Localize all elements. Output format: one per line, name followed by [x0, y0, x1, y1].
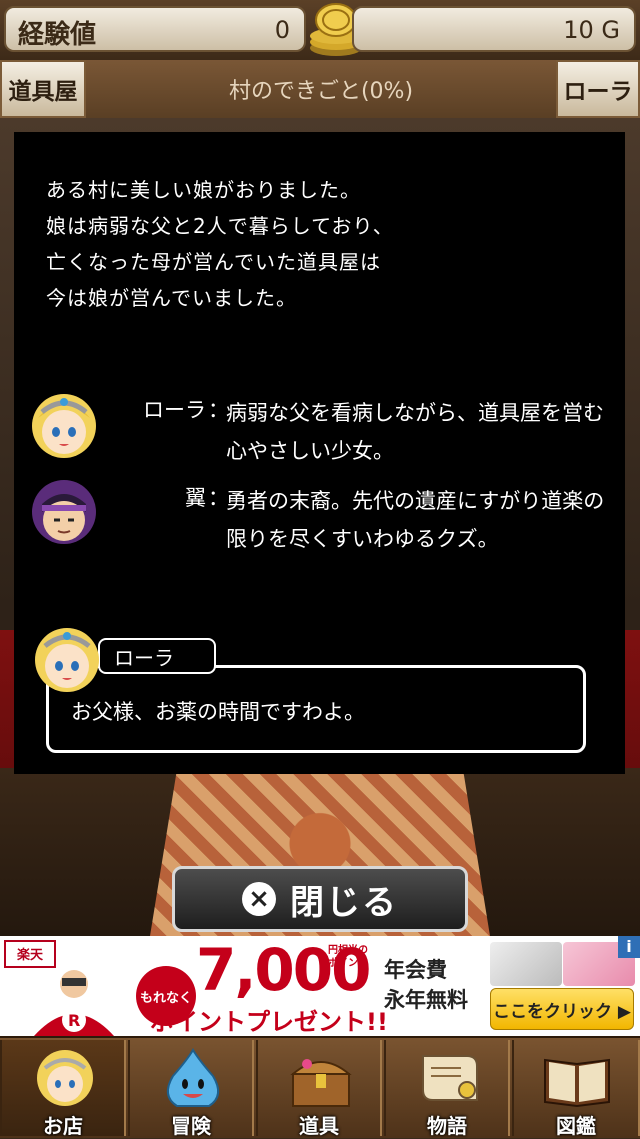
- event-progress-title: 村のできごと(0%): [228, 79, 414, 104]
- ad-info-icon[interactable]: i: [618, 936, 640, 958]
- narration-line: 娘は病弱な父と2人で暮らしており、: [46, 214, 394, 238]
- speech-bubble: お父様、お薬の時間ですわよ。: [46, 665, 586, 753]
- close-circle-icon: ×: [242, 882, 276, 916]
- nav-label: 冒険: [171, 1114, 211, 1138]
- ad-units: 円相当のポイント: [328, 945, 368, 969]
- gold-value: 10 G: [563, 16, 620, 44]
- ad-brand-logo: 楽天: [4, 940, 56, 968]
- nav-story[interactable]: 物語: [384, 1040, 510, 1138]
- treasure-chest-icon: [290, 1059, 352, 1107]
- exp-value: 0: [274, 16, 290, 44]
- nav-label: 図鑑: [556, 1114, 596, 1138]
- ad-present-text: ポイントプレゼント!!: [150, 1008, 388, 1036]
- item-shop-button[interactable]: 道具屋: [0, 60, 86, 118]
- close-button-label: 閉じる: [290, 882, 398, 923]
- ad-fee-line2: 永年無料: [384, 988, 468, 1012]
- svg-text:R: R: [68, 1011, 80, 1030]
- character-description: 病弱な父を看病しながら、道具屋を営む心やさしい少女。: [226, 401, 604, 463]
- speaker-portrait-icon: [35, 628, 99, 692]
- nav-shop[interactable]: お店: [0, 1040, 126, 1138]
- nav-label: お店: [43, 1114, 83, 1138]
- close-button[interactable]: × 閉じる: [172, 866, 468, 932]
- nav-items[interactable]: 道具: [256, 1040, 382, 1138]
- book-icon: [544, 1058, 610, 1108]
- ad-mascot-icon: R: [34, 970, 114, 1036]
- gold-panel: 10 G: [352, 6, 636, 52]
- nav-label: 物語: [427, 1114, 467, 1138]
- event-bar: 道具屋 村のできごと(0%) ローラ: [0, 60, 640, 121]
- story-dialog: ある村に美しい娘がおりました。 娘は病弱な父と2人で暮らしており、 亡くなった母…: [14, 132, 625, 774]
- character-name: ローラ: [143, 398, 206, 422]
- speech-text: お父様、お薬の時間ですわよ。: [71, 700, 365, 724]
- character-description: 勇者の末裔。先代の遺産にすがり道楽の限りを尽くすいわゆるクズ。: [226, 489, 605, 551]
- nav-label: 道具: [299, 1114, 339, 1138]
- laura-button[interactable]: ローラ: [556, 60, 640, 118]
- narration-line: 今は娘が営んでいました。: [46, 286, 297, 310]
- narration-line: 亡くなった母が営んでいた道具屋は: [46, 250, 381, 274]
- speaker-name-tag: ローラ: [98, 638, 216, 674]
- bottom-nav: お店 冒険 道具 物語 図鑑: [0, 1036, 640, 1138]
- nav-adventure[interactable]: 冒険: [128, 1040, 254, 1138]
- ad-fee-line1: 年会費: [384, 958, 447, 982]
- tsubasa-portrait-icon: [32, 480, 96, 544]
- exp-panel: 経験値 0: [4, 6, 306, 52]
- ad-card-image: [490, 942, 562, 986]
- scroll-icon: [422, 1055, 478, 1101]
- laura-portrait-icon: [32, 394, 96, 458]
- character-laura: ローラ ： 病弱な父を看病しながら、道具屋を営む心やさしい少女。: [28, 388, 618, 468]
- character-tsubasa: 翼 ： 勇者の末裔。先代の遺産にすがり道楽の限りを尽くすいわゆるクズ。: [28, 476, 618, 556]
- narration-line: ある村に美しい娘がおりました。: [46, 178, 361, 202]
- character-name: 翼: [185, 486, 206, 510]
- nav-encyclopedia[interactable]: 図鑑: [512, 1040, 640, 1138]
- ad-banner[interactable]: 楽天 R もれなく 7,000 円相当のポイント ポイントプレゼント!! 年会費…: [0, 936, 640, 1036]
- status-bar: 経験値 0 10 G: [0, 0, 640, 60]
- narration: ある村に美しい娘がおりました。 娘は病弱な父と2人で暮らしており、 亡くなった母…: [46, 172, 606, 316]
- exp-label: 経験値: [18, 20, 97, 50]
- ad-click-button[interactable]: ここをクリック ▶: [490, 988, 634, 1030]
- slime-icon: [166, 1048, 220, 1107]
- shop-girl-icon: [37, 1050, 93, 1106]
